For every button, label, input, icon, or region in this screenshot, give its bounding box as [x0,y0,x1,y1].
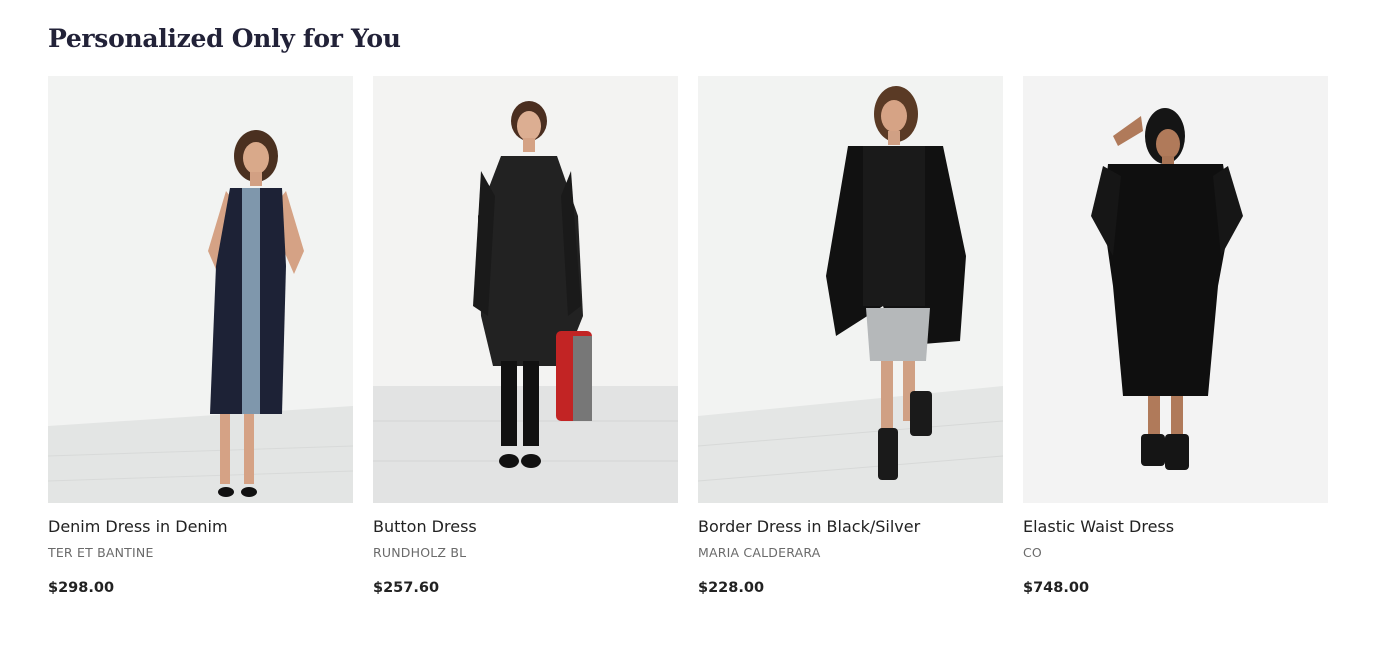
product-card[interactable]: Button Dress RUNDHOLZ BL $257.60 [373,76,678,596]
product-name[interactable]: Border Dress in Black/Silver [698,518,1003,536]
product-grid: Denim Dress in Denim TER ET BANTINE $298… [48,76,1328,596]
product-brand: MARIA CALDERARA [698,545,821,560]
product-price: $298.00 [48,580,115,596]
product-card[interactable]: Denim Dress in Denim TER ET BANTINE $298… [48,76,353,596]
product-name[interactable]: Denim Dress in Denim [48,518,353,536]
product-image[interactable] [373,76,678,503]
section-title: Personalized Only for You [48,24,401,53]
product-price: $748.00 [1023,580,1090,596]
product-image[interactable] [698,76,1003,503]
product-image[interactable] [48,76,353,503]
product-brand: CO [1023,545,1042,560]
product-image[interactable] [1023,76,1328,503]
product-brand: RUNDHOLZ BL [373,545,467,560]
product-brand: TER ET BANTINE [48,545,154,560]
product-card[interactable]: Elastic Waist Dress CO $748.00 [1023,76,1328,596]
product-price: $257.60 [373,580,440,596]
product-card[interactable]: Border Dress in Black/Silver MARIA CALDE… [698,76,1003,596]
product-name[interactable]: Button Dress [373,518,678,536]
product-name[interactable]: Elastic Waist Dress [1023,518,1328,536]
product-price: $228.00 [698,580,765,596]
